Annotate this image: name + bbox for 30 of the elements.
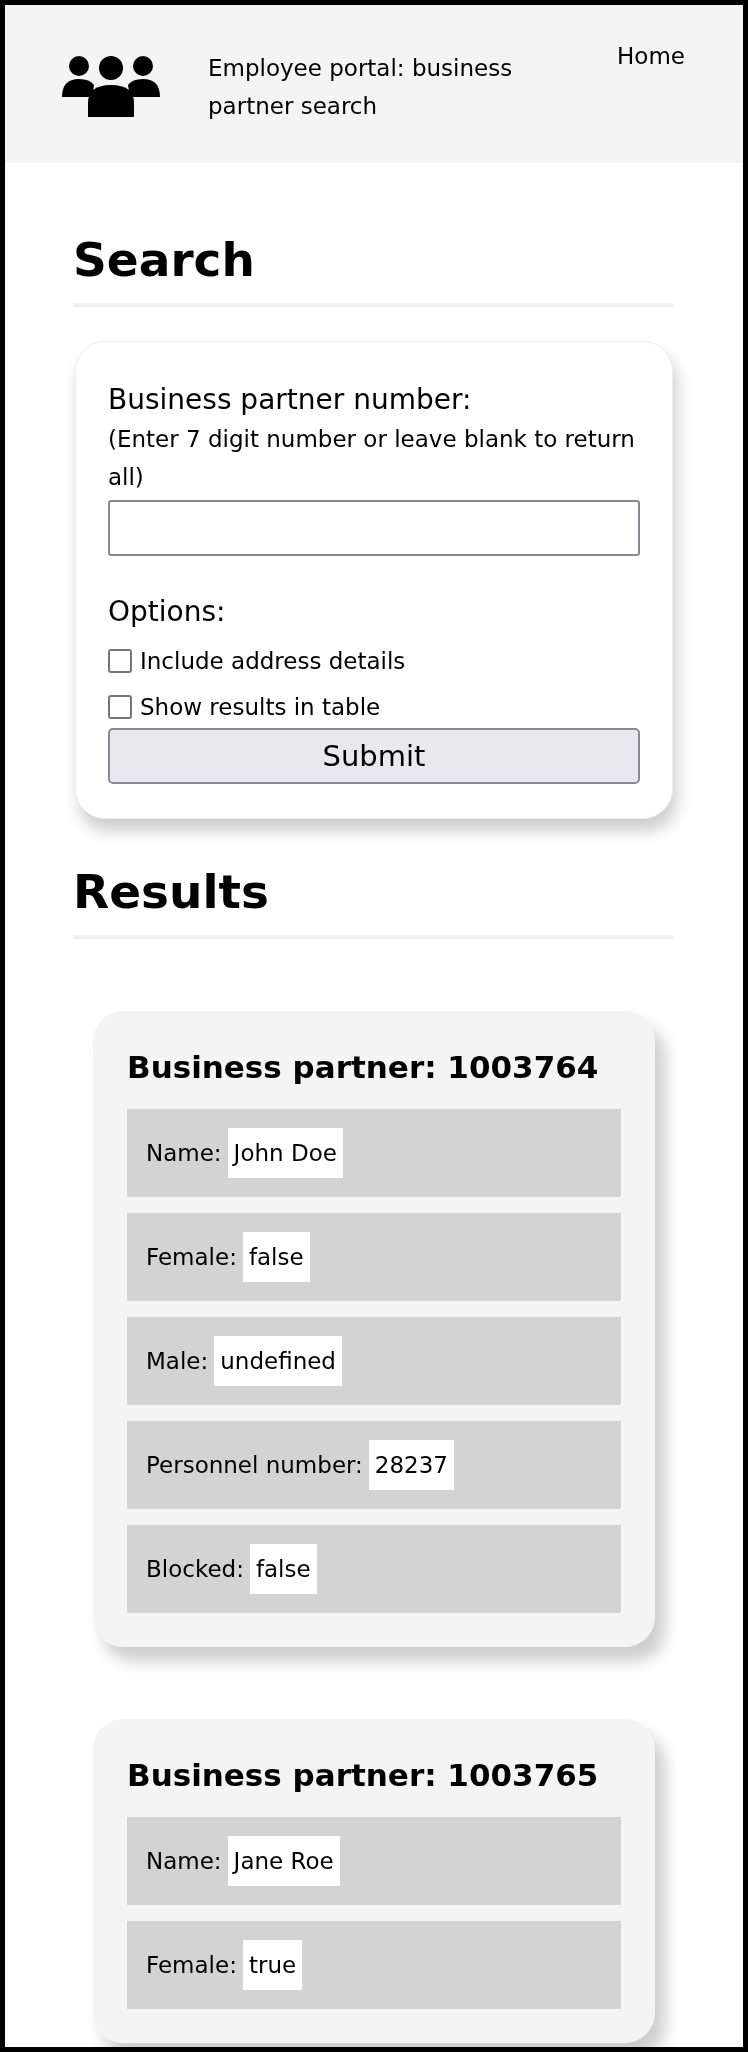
field-name: Blocked: [146, 1556, 244, 1582]
field-value: Jane Roe [227, 1836, 340, 1886]
field-name: Name: [146, 1848, 222, 1874]
field-value: 28237 [368, 1440, 454, 1490]
portal-title: Employee portal: business partner search [208, 54, 514, 121]
field-name: Female: [146, 1244, 237, 1270]
submit-button[interactable]: Submit [108, 728, 640, 784]
partner-number-field[interactable] [108, 500, 640, 556]
field-value: true [242, 1940, 303, 1990]
field-value: false [249, 1544, 317, 1594]
field-name: Female: [146, 1952, 237, 1978]
field-hint: (Enter 7 digit number or leave blank to return all) [108, 425, 636, 492]
field-name: Male: [146, 1348, 209, 1374]
field-label: Business partner number: [108, 382, 473, 418]
section-heading: Search [73, 163, 673, 307]
field-name: Personnel number: [146, 1452, 363, 1478]
partner-title: Business partner: 1003764 [127, 1048, 599, 1087]
options-label: Options: [108, 594, 227, 630]
section-heading: Results [73, 819, 673, 939]
checkbox-label: Show results in table [140, 693, 381, 722]
home-link[interactable]: Home [617, 37, 685, 75]
partner-title: Business partner: 1003765 [127, 1756, 599, 1795]
checkbox[interactable] [108, 649, 132, 673]
field-name: Name: [146, 1140, 222, 1166]
checkbox[interactable] [108, 695, 132, 719]
field-value: false [242, 1232, 310, 1282]
field-value: undefined [214, 1336, 342, 1386]
checkbox-label: Include address details [140, 647, 406, 676]
people-icon [62, 55, 160, 117]
field-value: John Doe [227, 1128, 343, 1178]
